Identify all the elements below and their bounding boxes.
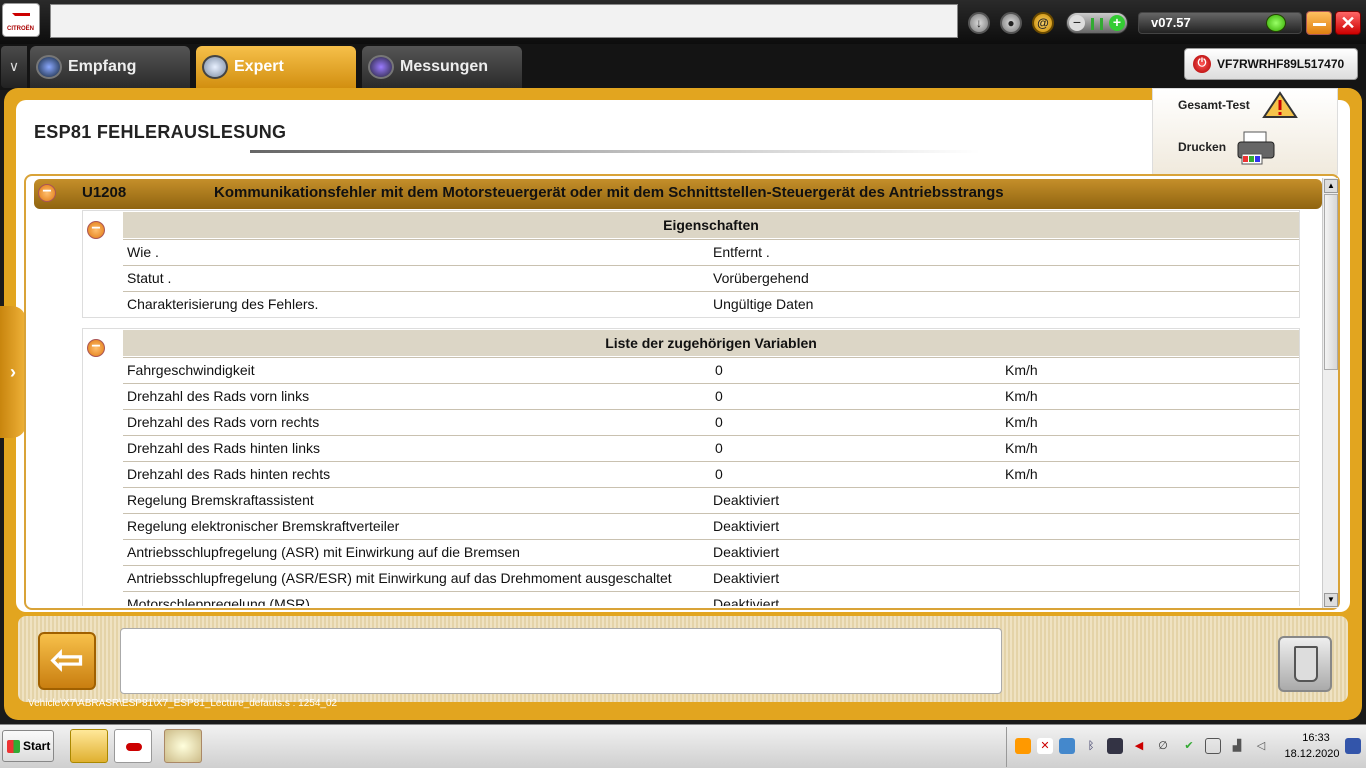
tab-label: Expert	[234, 58, 284, 75]
collapse-icon[interactable]: −	[87, 221, 105, 239]
tools-icon[interactable]: ∅	[1155, 738, 1171, 754]
tray-network-icon[interactable]	[1059, 738, 1075, 754]
table-row: Charakterisierung des Fehlers. Ungültige …	[123, 291, 1299, 317]
display-icon[interactable]	[1107, 738, 1123, 754]
row-name: Charakterisierung des Fehlers.	[127, 296, 319, 312]
diagbox-icon	[126, 743, 142, 751]
tab-menu-button[interactable]: ∨	[1, 46, 27, 88]
section-title: Eigenschaften	[123, 212, 1299, 238]
magnifier-icon	[202, 55, 228, 79]
windows-icon	[7, 740, 20, 753]
vertical-scrollbar[interactable]: ▲ ▼	[1322, 178, 1338, 608]
back-button[interactable]: ⇦	[38, 632, 96, 690]
bluetooth-icon[interactable]: ᛒ	[1083, 738, 1099, 754]
scroll-down-icon[interactable]: ▼	[1324, 593, 1338, 607]
power-icon: ⏻	[1193, 55, 1211, 73]
logo-text: CITROËN	[7, 26, 34, 32]
table-row: Wie . Entfernt .	[123, 239, 1299, 265]
minimize-icon	[1313, 23, 1326, 26]
waveform-icon	[368, 55, 394, 79]
app-window: CITROËN ↓ ● @ − + v07.57 ✕ ∨ Empfang Expe…	[0, 0, 1366, 768]
table-row: Statut . Vorübergehend	[123, 265, 1299, 291]
vin-button[interactable]: ⏻ VF7RWRHF89L517470	[1184, 48, 1358, 80]
tab-label: Messungen	[400, 58, 489, 75]
tray-warning-icon[interactable]: ✕	[1037, 738, 1053, 754]
gesamt-test-button[interactable]: Gesamt-Test	[1178, 98, 1250, 112]
title-divider	[250, 150, 980, 153]
tray-app-icon[interactable]	[1015, 738, 1031, 754]
tab-label: Empfang	[68, 58, 137, 75]
gauge-icon	[36, 55, 62, 79]
plus-icon[interactable]: +	[1109, 15, 1125, 31]
paint-app[interactable]	[164, 729, 202, 763]
download-icon[interactable]: ↓	[968, 12, 990, 34]
clock-time[interactable]: 16:33	[1296, 732, 1336, 744]
scroll-up-icon[interactable]: ▲	[1324, 179, 1338, 193]
address-bar[interactable]	[50, 4, 958, 38]
explorer-app[interactable]	[70, 729, 108, 763]
row-name: Wie .	[127, 244, 159, 260]
start-label: Start	[23, 739, 51, 753]
close-button[interactable]: ✕	[1335, 11, 1361, 35]
vin-label: VF7RWRHF89L517470	[1217, 57, 1345, 71]
row-value: Entfernt .	[713, 244, 770, 260]
drucken-button[interactable]: Drucken	[1178, 140, 1226, 154]
message-box	[120, 628, 1002, 694]
scroll-thumb[interactable]	[1324, 194, 1338, 370]
tab-empfang[interactable]: Empfang	[30, 46, 190, 88]
printer-icon[interactable]	[1234, 130, 1278, 166]
clock-date[interactable]: 18.12.2020	[1284, 748, 1340, 760]
battery-tray-icon[interactable]	[1205, 738, 1221, 754]
start-button[interactable]: Start	[2, 730, 54, 762]
script-path: Vehicle\X7\ABRASR\ESP81\X7_ESP81_Lecture…	[28, 698, 338, 709]
error-description: Kommunikationsfehler mit dem Motorsteuer…	[214, 184, 1004, 201]
minimize-button[interactable]	[1306, 11, 1332, 35]
user-icon[interactable]: ●	[1000, 12, 1022, 34]
citroen-logo[interactable]: CITROËN	[2, 3, 40, 37]
properties-section: − Eigenschaften Wie . Entfernt . Statut .…	[82, 210, 1300, 318]
volume-icon[interactable]: ◀	[1131, 738, 1147, 754]
recycle-bin-button[interactable]	[1278, 636, 1332, 692]
error-code: U1208	[82, 184, 127, 201]
tab-expert[interactable]: Expert	[196, 46, 356, 88]
row-name: Statut .	[127, 270, 172, 286]
minus-icon[interactable]: −	[1069, 15, 1085, 31]
error-header[interactable]: − U1208 Kommunikationsfehler mit dem Mot…	[34, 179, 1322, 209]
row-value: Vorübergehend	[713, 270, 809, 286]
status-ok-icon[interactable]	[1266, 14, 1286, 32]
back-arrow-icon: ⇦	[50, 638, 84, 682]
speaker-icon[interactable]: ◁	[1253, 738, 1269, 754]
email-icon[interactable]: @	[1032, 12, 1054, 34]
warning-icon[interactable]	[1260, 91, 1298, 119]
battery-toggle[interactable]: − +	[1066, 12, 1128, 34]
recycle-bin-icon	[1294, 646, 1318, 682]
diagbox-app[interactable]	[114, 729, 152, 763]
check-icon[interactable]: ✔	[1181, 738, 1197, 754]
side-panel-toggle[interactable]: ›	[0, 306, 26, 438]
signal-icon[interactable]: ▟	[1229, 738, 1245, 754]
battery-icon	[1091, 18, 1103, 30]
collapse-icon[interactable]: −	[38, 184, 56, 202]
show-desktop-icon[interactable]	[1345, 738, 1361, 754]
page-title: ESP81 FEHLERAUSLESUNG	[34, 122, 287, 142]
tab-messungen[interactable]: Messungen	[362, 46, 522, 88]
row-value: Ungültige Daten	[713, 296, 814, 312]
